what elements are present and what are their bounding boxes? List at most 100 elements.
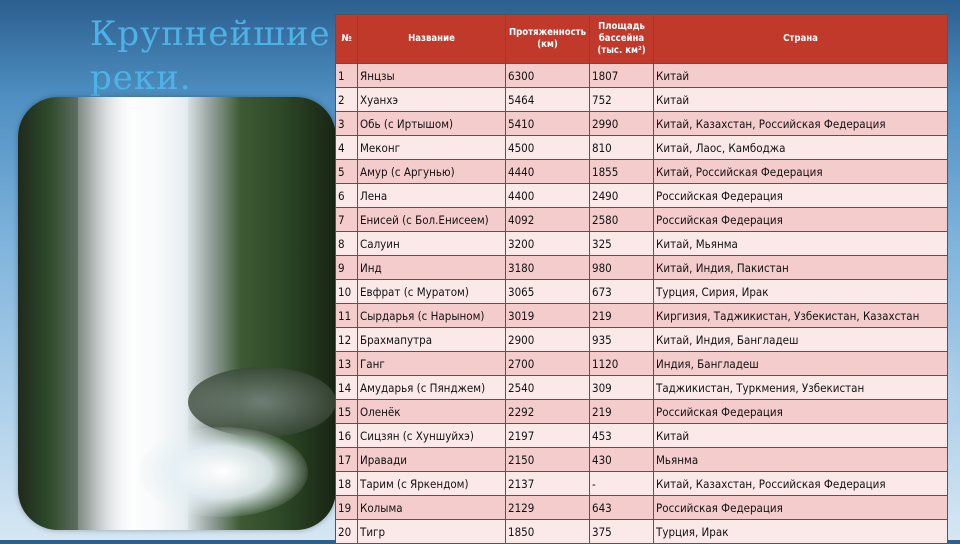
cell-country: Китай, Российская Федерация	[653, 159, 948, 184]
cell-area: 752	[589, 87, 654, 112]
header-country: Страна	[653, 14, 948, 64]
slide-title: Крупнейшие реки.	[90, 14, 331, 98]
cell-area: 219	[589, 303, 654, 328]
cell-num: 5	[335, 159, 358, 184]
cell-num: 6	[335, 183, 358, 208]
cell-num: 3	[335, 111, 358, 136]
cell-num: 12	[335, 327, 358, 352]
cell-country: Китай, Мьянма	[653, 231, 948, 256]
waterfall-photo	[18, 97, 336, 530]
cell-country: Российская Федерация	[653, 183, 948, 208]
cell-name: Янцзы	[357, 63, 506, 88]
cell-num: 14	[335, 375, 358, 400]
cell-num: 17	[335, 447, 358, 472]
cell-area: 1807	[589, 63, 654, 88]
cell-name: Инд	[357, 255, 506, 280]
cell-name: Брахмапутра	[357, 327, 506, 352]
cell-name: Меконг	[357, 135, 506, 160]
cell-country: Китай, Казахстан, Российская Федерация	[653, 471, 948, 496]
cell-num: 11	[335, 303, 358, 328]
cell-name: Салуин	[357, 231, 506, 256]
cell-name: Обь (с Иртышом)	[357, 111, 506, 136]
cell-area: 1120	[589, 351, 654, 376]
cell-name: Енисей (с Бол.Енисеем)	[357, 207, 506, 232]
cell-country: Китай, Индия, Бангладеш	[653, 327, 948, 352]
cell-length: 4440	[505, 159, 590, 184]
table-row: 10 Евфрат (с Муратом) 3065 673 Турция, Сирия…	[335, 279, 948, 304]
cell-num: 8	[335, 231, 358, 256]
table-row: 14 Амударья (с Пянджем) 2540 309 Таджикистан…	[335, 375, 948, 400]
cell-name: Хуанхэ	[357, 87, 506, 112]
table-row: 13 Ганг 2700 1120 Индия, Бангладеш	[335, 351, 948, 376]
cell-num: 2	[335, 87, 358, 112]
table-row: 9 Инд 3180 980 Китай, Индия, Пакистан	[335, 255, 948, 280]
cell-name: Оленёк	[357, 399, 506, 424]
cell-length: 2700	[505, 351, 590, 376]
cell-num: 15	[335, 399, 358, 424]
cell-length: 3200	[505, 231, 590, 256]
photo-mist	[138, 427, 308, 517]
cell-length: 2540	[505, 375, 590, 400]
cell-num: 19	[335, 495, 358, 520]
cell-num: 4	[335, 135, 358, 160]
cell-country: Турция, Сирия, Ирак	[653, 279, 948, 304]
cell-area: 219	[589, 399, 654, 424]
cell-name: Сырдарья (с Нарыном)	[357, 303, 506, 328]
table-row: 7 Енисей (с Бол.Енисеем) 4092 2580 Российска…	[335, 207, 948, 232]
header-area: Площадь бассейна (тыс. км²)	[589, 14, 654, 64]
cell-area: 430	[589, 447, 654, 472]
cell-area: 810	[589, 135, 654, 160]
table-row: 17 Иравади 2150 430 Мьянма	[335, 447, 948, 472]
cell-area: 1855	[589, 159, 654, 184]
cell-num: 9	[335, 255, 358, 280]
cell-num: 18	[335, 471, 358, 496]
cell-area: 2490	[589, 183, 654, 208]
header-length: Протяженность (км)	[505, 14, 590, 64]
cell-num: 16	[335, 423, 358, 448]
cell-length: 2129	[505, 495, 590, 520]
cell-area: 935	[589, 327, 654, 352]
table-row: 19 Колыма 2129 643 Российская Федерация	[335, 495, 948, 520]
header-name: Название	[357, 14, 506, 64]
cell-country: Китай, Казахстан, Российская Федерация	[653, 111, 948, 136]
cell-area: 980	[589, 255, 654, 280]
table-row: 8 Салуин 3200 325 Китай, Мьянма	[335, 231, 948, 256]
table-row: 3 Обь (с Иртышом) 5410 2990 Китай, Казахстан…	[335, 111, 948, 136]
cell-country: Киргизия, Таджикистан, Узбекистан, Казах…	[653, 303, 948, 328]
cell-country: Российская Федерация	[653, 399, 948, 424]
cell-length: 3019	[505, 303, 590, 328]
cell-country: Индия, Бангладеш	[653, 351, 948, 376]
cell-area: 673	[589, 279, 654, 304]
rivers-table: № Название Протяженность (км) Площадь ба…	[335, 14, 948, 544]
table-row: 6 Лена 4400 2490 Российская Федерация	[335, 183, 948, 208]
cell-length: 3065	[505, 279, 590, 304]
cell-area: 453	[589, 423, 654, 448]
cell-name: Амударья (с Пянджем)	[357, 375, 506, 400]
cell-country: Российская Федерация	[653, 207, 948, 232]
cell-area: 309	[589, 375, 654, 400]
table-row: 12 Брахмапутра 2900 935 Китай, Индия, Бангла…	[335, 327, 948, 352]
cell-name: Тарим (с Яркендом)	[357, 471, 506, 496]
cell-country: Китай	[653, 87, 948, 112]
cell-length: 3180	[505, 255, 590, 280]
cell-country: Российская Федерация	[653, 495, 948, 520]
header-num: №	[335, 14, 358, 64]
cell-name: Иравади	[357, 447, 506, 472]
table-row: 15 Оленёк 2292 219 Российская Федерация	[335, 399, 948, 424]
cell-name: Лена	[357, 183, 506, 208]
cell-num: 10	[335, 279, 358, 304]
cell-area: 325	[589, 231, 654, 256]
cell-area: -	[589, 471, 654, 496]
table-header-row: № Название Протяженность (км) Площадь ба…	[335, 14, 948, 64]
table-row: 18 Тарим (с Яркендом) 2137- Китай, Казахста…	[335, 471, 948, 496]
cell-length: 5464	[505, 87, 590, 112]
cell-length: 5410	[505, 111, 590, 136]
cell-name: Евфрат (с Муратом)	[357, 279, 506, 304]
cell-length: 2137	[505, 471, 590, 496]
cell-length: 2292	[505, 399, 590, 424]
cell-area: 2580	[589, 207, 654, 232]
cell-area: 643	[589, 495, 654, 520]
cell-length: 4092	[505, 207, 590, 232]
table-row: 16 Сицзян (с Хуншуйхэ) 2197 453 Китай	[335, 423, 948, 448]
cell-length: 4400	[505, 183, 590, 208]
